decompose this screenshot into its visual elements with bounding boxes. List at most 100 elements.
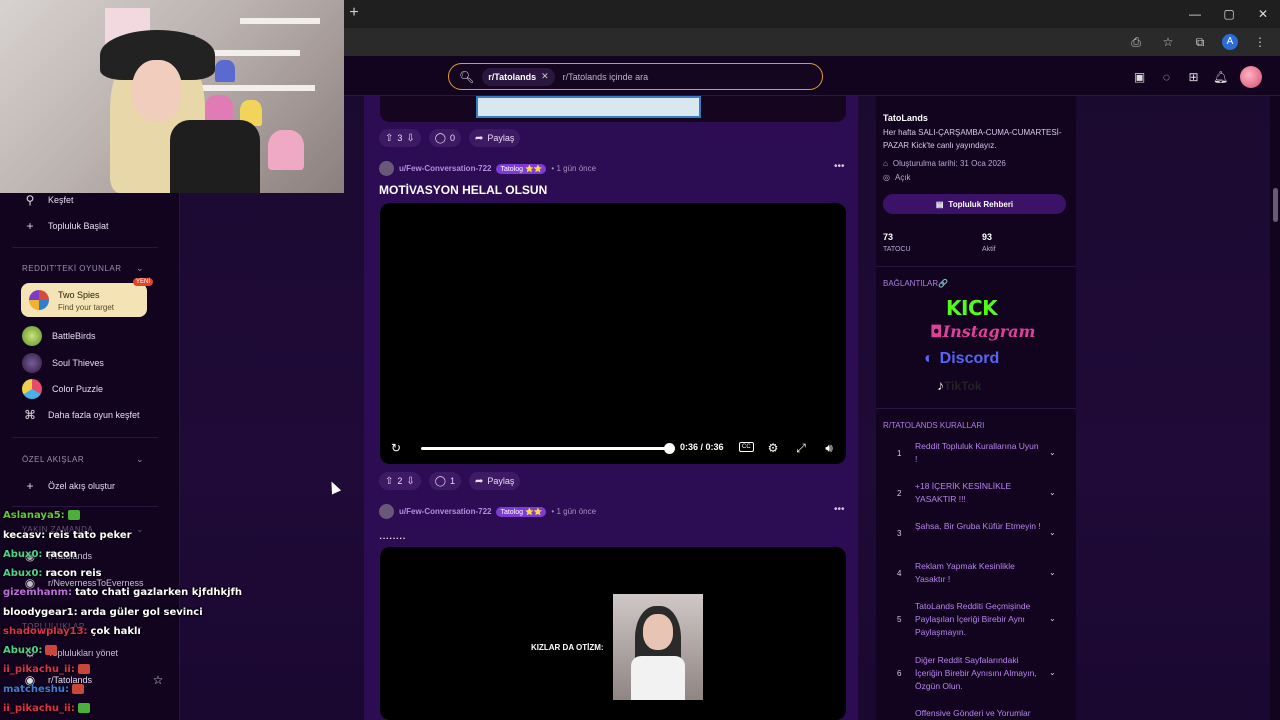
rule-item-3[interactable]: 3 Şahsa, Bir Gruba Küfür Etmeyin ! ⌄ xyxy=(893,520,1063,548)
post-title[interactable]: MOTİVASYON HELAL OLSUN xyxy=(379,183,547,197)
bookmark-star-icon[interactable]: ☆ xyxy=(1158,32,1178,52)
search-input[interactable]: r/Tatolands içinde ara xyxy=(563,72,649,82)
browser-toolbar-icons: ⎙ ☆ ⧉ A ⋮ xyxy=(1126,32,1270,52)
community-guide-button[interactable]: ▤ Topluluk Rehberi xyxy=(883,194,1066,214)
post-title[interactable]: ........ xyxy=(379,528,406,542)
comments-button[interactable]: ◯ 0 xyxy=(428,129,462,147)
tiktok-icon: ♪ xyxy=(937,377,944,393)
post-time: • 1 gün önce xyxy=(551,164,597,173)
active-label: Aktif xyxy=(982,246,996,253)
color-puzzle-icon xyxy=(22,379,42,399)
captions-icon[interactable]: CC xyxy=(739,442,754,452)
downvote-icon[interactable]: ⇩ xyxy=(406,476,414,487)
rule-item-7[interactable]: Offensive Gönderi ve Yorumlar xyxy=(893,707,1063,720)
page-scrollbar[interactable] xyxy=(1270,96,1280,720)
author-avatar[interactable] xyxy=(379,161,394,176)
sidebar-item-color-puzzle[interactable]: Color Puzzle xyxy=(22,379,103,399)
rule-item-5[interactable]: 5 TatoLands Redditi Geçmişinde Paylaşıla… xyxy=(893,600,1063,642)
games-section-header[interactable]: REDDIT'TEKİ OYUNLAR ⌄ xyxy=(22,263,144,273)
profile-avatar[interactable]: A xyxy=(1222,34,1238,50)
rule-item-6[interactable]: 6 Diğer Reddit Sayfalarındaki İçeriğin B… xyxy=(893,654,1063,696)
emote-icon xyxy=(71,684,84,694)
new-tab-button[interactable]: + xyxy=(346,4,362,22)
settings-gear-icon[interactable]: ⚙ xyxy=(765,440,781,456)
scrollbar-thumb[interactable] xyxy=(1273,188,1278,222)
comment-icon: ◯ xyxy=(434,132,446,144)
emote-icon xyxy=(77,703,90,713)
maximize-button[interactable]: ▢ xyxy=(1212,0,1246,28)
video-progress-handle[interactable] xyxy=(664,443,675,454)
sidebar-item-soul-thieves[interactable]: Soul Thieves xyxy=(22,353,104,373)
instagram-link[interactable]: ◘Instagram xyxy=(930,322,1035,341)
fullscreen-icon[interactable]: ⤢ xyxy=(793,440,809,456)
chat-message: Abux0: racon reis xyxy=(3,568,102,579)
subreddit-filter-chip[interactable]: r/Tatolands ✕ xyxy=(482,67,555,86)
chat-message: Aslanaya5: xyxy=(3,510,80,521)
video-thumbnail xyxy=(613,594,703,700)
sidebar-item-more-games[interactable]: ⌘ Daha fazla oyun keşfet xyxy=(22,407,140,423)
browser-menu-icon[interactable]: ⋮ xyxy=(1250,32,1270,52)
chat-message: ii_pikachu_ii: xyxy=(3,703,90,714)
video-time: 0:36 / 0:36 xyxy=(680,442,724,452)
discord-link[interactable]: ◐ Discord xyxy=(924,350,999,368)
video-player[interactable] xyxy=(380,203,846,464)
minimize-button[interactable]: — xyxy=(1178,0,1212,28)
vote-control[interactable]: ⇧ 3 ⇩ xyxy=(379,129,421,147)
cake-icon: ⌂ xyxy=(883,159,888,168)
extensions-icon[interactable]: ⧉ xyxy=(1190,32,1210,52)
chat-icon[interactable]: ◌ xyxy=(1159,70,1174,85)
rule-item-1[interactable]: 1 Reddit Topluluk Kurallarına Uyun ! ⌄ xyxy=(893,440,1063,468)
post-options-icon[interactable]: ••• xyxy=(834,161,845,172)
rule-item-2[interactable]: 2 +18 İÇERİK KESİNLİKLE YASAKTIR !!! ⌄ xyxy=(893,480,1063,508)
created-date: ⌂ Oluşturulma tarihi: 31 Oca 2026 xyxy=(883,159,1006,168)
sidebar-item-battlebirds[interactable]: BattleBirds xyxy=(22,326,96,346)
upvote-icon[interactable]: ⇧ xyxy=(385,476,393,487)
user-avatar[interactable] xyxy=(1240,66,1262,88)
divider xyxy=(876,266,1076,267)
chat-message: bloodygear1: arda güler gol sevinci xyxy=(3,607,203,618)
divider xyxy=(876,408,1076,409)
remove-filter-icon[interactable]: ✕ xyxy=(541,71,549,82)
chat-message: shadowplay13: çok haklı xyxy=(3,626,141,637)
sidebar-item-explore[interactable]: ⚲ Keşfet xyxy=(22,192,74,208)
share-button[interactable]: ➦ Paylaş xyxy=(469,129,521,147)
upvote-icon[interactable]: ⇧ xyxy=(385,133,393,144)
chevron-down-icon: ⌄ xyxy=(1049,488,1056,497)
user-flair: Tatolog ⭐⭐ xyxy=(496,506,547,517)
downvote-icon[interactable]: ⇩ xyxy=(406,133,414,144)
notifications-bell-icon[interactable]: 🔔︎ xyxy=(1213,70,1228,85)
sidebar-item-create-custom-feed[interactable]: + Özel akış oluştur xyxy=(22,478,115,494)
kick-link[interactable]: KICK xyxy=(946,296,998,320)
chat-message: Abux0: racon xyxy=(3,549,78,560)
post-options-icon[interactable]: ••• xyxy=(834,504,845,515)
volume-icon[interactable]: 🔊︎ xyxy=(821,440,837,456)
video-progress-bar[interactable] xyxy=(421,447,671,450)
vote-control[interactable]: ⇧ 2 ⇩ xyxy=(379,472,421,490)
close-window-button[interactable]: ✕ xyxy=(1246,0,1280,28)
search-icon: 🔍︎ xyxy=(459,69,475,84)
replay-icon[interactable]: ↻ xyxy=(388,440,404,456)
featured-game-card[interactable]: Two Spies Find your target YENİ xyxy=(21,278,153,317)
chevron-down-icon: ⌄ xyxy=(136,454,145,464)
previous-post-media[interactable] xyxy=(380,96,846,122)
post-1-actions: ⇧ 3 ⇩ ◯ 0 ➦ Paylaş xyxy=(379,129,521,147)
author-avatar[interactable] xyxy=(379,504,394,519)
install-app-icon[interactable]: ⎙ xyxy=(1126,32,1146,52)
divider xyxy=(12,506,158,507)
advertise-icon[interactable]: ▣ xyxy=(1132,70,1147,85)
search-bar[interactable]: 🔍︎ r/Tatolands ✕ r/Tatolands içinde ara xyxy=(448,63,823,90)
favorite-star-icon[interactable]: ☆ xyxy=(150,672,166,688)
share-button[interactable]: ➦ Paylaş xyxy=(469,472,521,490)
chevron-down-icon: ⌄ xyxy=(1049,614,1056,623)
author-name[interactable]: u/Few-Conversation-722 xyxy=(399,164,491,173)
comments-button[interactable]: ◯ 1 xyxy=(428,472,462,490)
members-label: TATOCU xyxy=(883,246,911,253)
rules-header: R/TATOLANDS KURALLARI xyxy=(883,421,985,430)
author-name[interactable]: u/Few-Conversation-722 xyxy=(399,507,491,516)
sidebar-item-start-community[interactable]: + Topluluk Başlat xyxy=(22,218,108,234)
create-post-icon[interactable]: ⊞ xyxy=(1186,70,1201,85)
rule-item-4[interactable]: 4 Reklam Yapmak Kesinlikle Yasaktır ! ⌄ xyxy=(893,560,1063,588)
custom-feeds-header[interactable]: ÖZEL AKIŞLAR ⌄ xyxy=(22,454,144,464)
new-badge: YENİ xyxy=(132,278,153,286)
tiktok-link[interactable]: ♪TikTok xyxy=(937,377,982,393)
